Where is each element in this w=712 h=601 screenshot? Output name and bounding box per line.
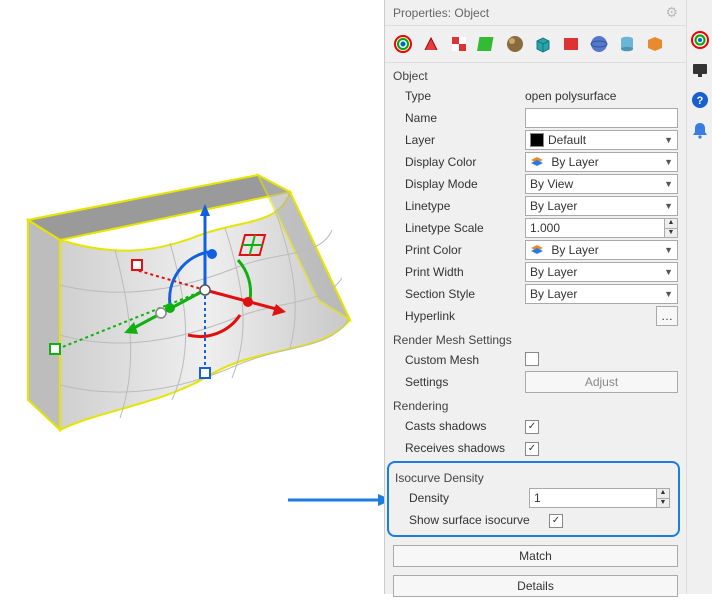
row-hyperlink: Hyperlink …	[385, 305, 686, 327]
row-linetype: Linetype By Layer▼	[385, 195, 686, 217]
label-hyperlink: Hyperlink	[405, 309, 525, 323]
label-type: Type	[405, 89, 525, 103]
spin-down-icon[interactable]: ▼	[665, 229, 677, 238]
checkbox-custommesh[interactable]	[525, 352, 539, 366]
section-isocurve: Isocurve Density	[389, 465, 678, 487]
row-receives: Receives shadows ✓	[385, 437, 686, 459]
label-linetype: Linetype	[405, 199, 525, 213]
label-showiso: Show surface isocurve	[409, 513, 549, 527]
tab-red-icon[interactable]	[559, 32, 583, 56]
chevron-down-icon: ▼	[664, 201, 673, 211]
label-layer: Layer	[405, 133, 525, 147]
bylayer-icon	[530, 243, 544, 257]
value-type: open polysurface	[525, 89, 686, 103]
hyperlink-browse-button[interactable]: …	[656, 306, 678, 326]
panel-title-bar: Properties: Object ⚙	[385, 0, 686, 26]
spin-up-icon[interactable]: ▲	[665, 219, 677, 229]
tab-texture-icon[interactable]	[447, 32, 471, 56]
spin-down-icon[interactable]: ▼	[657, 499, 669, 508]
tab-cylinder-icon[interactable]	[615, 32, 639, 56]
chevron-down-icon: ▼	[664, 245, 673, 255]
panel-title: Properties: Object	[393, 6, 489, 20]
tab-decal-icon[interactable]	[475, 32, 499, 56]
side-tab-strip: ?	[686, 0, 712, 594]
select-linetype[interactable]: By Layer▼	[525, 196, 678, 216]
section-rendering: Rendering	[385, 393, 686, 415]
adjust-button[interactable]: Adjust	[525, 371, 678, 393]
side-tab-object-icon[interactable]	[690, 30, 710, 50]
chevron-down-icon: ▼	[664, 289, 673, 299]
side-tab-help-icon[interactable]: ?	[690, 90, 710, 110]
row-displaycolor: Display Color By Layer ▼	[385, 151, 686, 173]
tab-box-icon[interactable]	[531, 32, 555, 56]
label-printwidth: Print Width	[405, 265, 525, 279]
row-name: Name	[385, 107, 686, 129]
spinner-density[interactable]: 1 ▲▼	[529, 488, 670, 508]
row-printcolor: Print Color By Layer ▼	[385, 239, 686, 261]
isocurve-density-group: Isocurve Density Density 1 ▲▼ Show surfa…	[387, 461, 680, 537]
label-displaymode: Display Mode	[405, 177, 525, 191]
select-sectionstyle[interactable]: By Layer▼	[525, 284, 678, 304]
side-tab-notify-icon[interactable]	[690, 120, 710, 140]
spin-up-icon[interactable]: ▲	[657, 489, 669, 499]
row-sectionstyle: Section Style By Layer▼	[385, 283, 686, 305]
spinner-linetypescale[interactable]: 1.000 ▲▼	[525, 218, 678, 238]
tab-sphere-icon[interactable]	[587, 32, 611, 56]
chevron-down-icon: ▼	[664, 179, 673, 189]
chevron-down-icon: ▼	[664, 157, 673, 167]
layer-swatch-icon	[530, 133, 544, 147]
checkbox-casts[interactable]: ✓	[525, 420, 539, 434]
row-density: Density 1 ▲▼	[389, 487, 678, 509]
tab-object-icon[interactable]	[391, 32, 415, 56]
chevron-down-icon: ▼	[664, 267, 673, 277]
row-layer: Layer Default ▼	[385, 129, 686, 151]
row-showiso: Show surface isocurve ✓	[389, 509, 678, 531]
viewport-3d[interactable]	[0, 0, 384, 594]
row-casts: Casts shadows ✓	[385, 415, 686, 437]
tab-emap-icon[interactable]	[503, 32, 527, 56]
properties-tab-row	[385, 26, 686, 63]
chevron-down-icon: ▼	[664, 135, 673, 145]
gear-icon[interactable]: ⚙	[665, 4, 678, 21]
checkbox-receives[interactable]: ✓	[525, 442, 539, 456]
bylayer-icon	[530, 155, 544, 169]
match-button[interactable]: Match	[393, 545, 678, 567]
label-receives: Receives shadows	[405, 441, 525, 455]
label-density: Density	[409, 491, 529, 505]
row-settings: Settings Adjust	[385, 371, 686, 393]
select-displaymode[interactable]: By View▼	[525, 174, 678, 194]
row-displaymode: Display Mode By View▼	[385, 173, 686, 195]
row-custommesh: Custom Mesh	[385, 349, 686, 371]
section-object: Object	[385, 63, 686, 85]
input-name[interactable]	[525, 108, 678, 128]
select-printwidth[interactable]: By Layer▼	[525, 262, 678, 282]
label-linetypescale: Linetype Scale	[405, 221, 525, 235]
select-printcolor[interactable]: By Layer ▼	[525, 240, 678, 260]
side-tab-display-icon[interactable]	[690, 60, 710, 80]
label-casts: Casts shadows	[405, 419, 525, 433]
section-rendermesh: Render Mesh Settings	[385, 327, 686, 349]
label-sectionstyle: Section Style	[405, 287, 525, 301]
svg-text:?: ?	[696, 95, 703, 107]
row-printwidth: Print Width By Layer▼	[385, 261, 686, 283]
label-custommesh: Custom Mesh	[405, 353, 525, 367]
tab-orange-icon[interactable]	[643, 32, 667, 56]
properties-panel: Properties: Object ⚙	[384, 0, 712, 594]
label-printcolor: Print Color	[405, 243, 525, 257]
label-name: Name	[405, 111, 525, 125]
select-layer[interactable]: Default ▼	[525, 130, 678, 150]
checkbox-showiso[interactable]: ✓	[549, 514, 563, 528]
label-settings: Settings	[405, 375, 525, 389]
select-displaycolor[interactable]: By Layer ▼	[525, 152, 678, 172]
row-linetypescale: Linetype Scale 1.000 ▲▼	[385, 217, 686, 239]
row-type: Type open polysurface	[385, 85, 686, 107]
tab-material-icon[interactable]	[419, 32, 443, 56]
label-displaycolor: Display Color	[405, 155, 525, 169]
